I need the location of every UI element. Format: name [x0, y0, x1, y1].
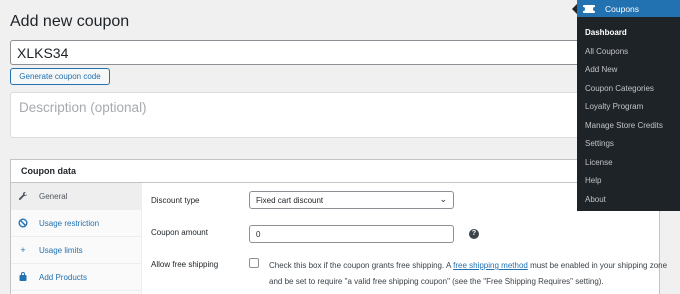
free-shipping-text-before: Check this box if the coupon grants free… [269, 261, 454, 270]
coupon-amount-input[interactable]: 0 [249, 225, 454, 243]
coupon-amount-label: Coupon amount [151, 228, 208, 237]
page-title: Add new coupon [10, 13, 130, 30]
submenu-item-license[interactable]: License [577, 154, 680, 173]
submenu-item-settings[interactable]: Settings [577, 135, 680, 154]
tab-usage-restriction[interactable]: Usage restriction [11, 210, 141, 237]
coupon-data-panel: Coupon data General Usage restriction + … [10, 159, 667, 294]
description-placeholder: Description (optional) [19, 100, 147, 115]
discount-type-select[interactable]: Fixed cart discount ⌄ [249, 191, 454, 209]
submenu-item-manage-store-credits[interactable]: Manage Store Credits [577, 117, 680, 136]
coupon-code-input[interactable] [10, 40, 610, 65]
ticket-icon [582, 4, 596, 13]
free-shipping-label: Allow free shipping [151, 260, 219, 269]
tab-usage-restriction-label: Usage restriction [39, 218, 100, 228]
tab-add-products[interactable]: Add Products [11, 264, 141, 291]
free-shipping-checkbox[interactable] [249, 258, 259, 268]
tab-general[interactable]: General [11, 183, 141, 210]
free-shipping-description: Check this box if the coupon grants free… [269, 258, 677, 290]
bag-icon [17, 271, 29, 283]
coupon-amount-value: 0 [256, 230, 261, 239]
wrench-icon [17, 190, 29, 202]
submenu-item-coupon-categories[interactable]: Coupon Categories [577, 80, 680, 99]
discount-type-value: Fixed cart discount [256, 196, 324, 205]
submenu-item-loyalty-program[interactable]: Loyalty Program [577, 98, 680, 117]
ban-icon [17, 217, 29, 229]
coupon-data-header: Coupon data [11, 160, 659, 183]
menu-head-coupons[interactable]: Coupons [577, 0, 680, 17]
coupon-data-tabs: General Usage restriction + Usage limits… [11, 183, 142, 294]
submenu-item-help[interactable]: Help [577, 172, 680, 191]
description-textarea[interactable]: Description (optional) [10, 92, 610, 138]
coupons-admin-menu: Coupons Dashboard All Coupons Add New Co… [572, 0, 680, 211]
tab-general-label: General [39, 191, 68, 201]
submenu-item-about[interactable]: About [577, 191, 680, 210]
menu-head-label: Coupons [605, 3, 640, 14]
tab-usage-limits-label: Usage limits [39, 245, 83, 255]
tab-add-products-label: Add Products [39, 272, 88, 282]
submenu-item-add-new[interactable]: Add New [577, 61, 680, 80]
generate-coupon-code-button[interactable]: Generate coupon code [10, 68, 110, 85]
menu-pointer [572, 4, 577, 14]
free-shipping-method-link[interactable]: free shipping method [453, 261, 528, 270]
submenu-item-all-coupons[interactable]: All Coupons [577, 43, 680, 62]
plus-icon: + [20, 245, 26, 255]
help-icon[interactable]: ? [469, 229, 479, 239]
tab-usage-limits[interactable]: + Usage limits [11, 237, 141, 264]
submenu-item-dashboard[interactable]: Dashboard [577, 24, 680, 43]
discount-type-label: Discount type [151, 196, 200, 205]
chevron-down-icon: ⌄ [439, 194, 447, 204]
submenu-list: Dashboard All Coupons Add New Coupon Cat… [577, 17, 680, 209]
